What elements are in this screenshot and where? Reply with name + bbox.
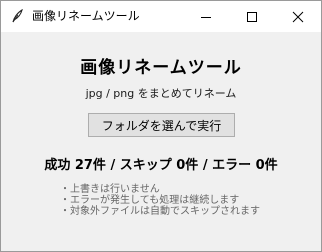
minimize-button[interactable] <box>183 1 229 32</box>
result-summary: 成功 27件 / スキップ 0件 / エラー 0件 <box>44 158 278 173</box>
minimize-icon <box>201 16 211 18</box>
close-icon <box>292 11 304 22</box>
note-item: ・上書きは行いません <box>60 184 160 195</box>
subtitle: jpg / png をまとめてリネーム <box>85 87 237 100</box>
app-window: 画像リネームツール 画像リネームツール jpg / png をまとめてリネーム … <box>0 0 322 252</box>
feather-icon <box>12 9 23 23</box>
page-title: 画像リネームツール <box>80 58 242 78</box>
notes-list: ・上書きは行いません ・エラーが発生しても処理は継続します ・対象外ファイルは自… <box>60 184 260 217</box>
close-button[interactable] <box>275 1 321 32</box>
window-title: 画像リネームツール <box>32 9 140 23</box>
note-item: ・エラーが発生しても処理は継続します <box>60 195 240 206</box>
main-content: 画像リネームツール jpg / png をまとめてリネーム フォルダを選んで実行… <box>1 32 321 251</box>
maximize-icon <box>247 11 257 22</box>
title-bar[interactable]: 画像リネームツール <box>1 1 321 32</box>
note-item: ・対象外ファイルは自動でスキップされます <box>60 206 260 217</box>
maximize-button[interactable] <box>229 1 275 32</box>
select-folder-button[interactable]: フォルダを選んで実行 <box>88 113 235 137</box>
